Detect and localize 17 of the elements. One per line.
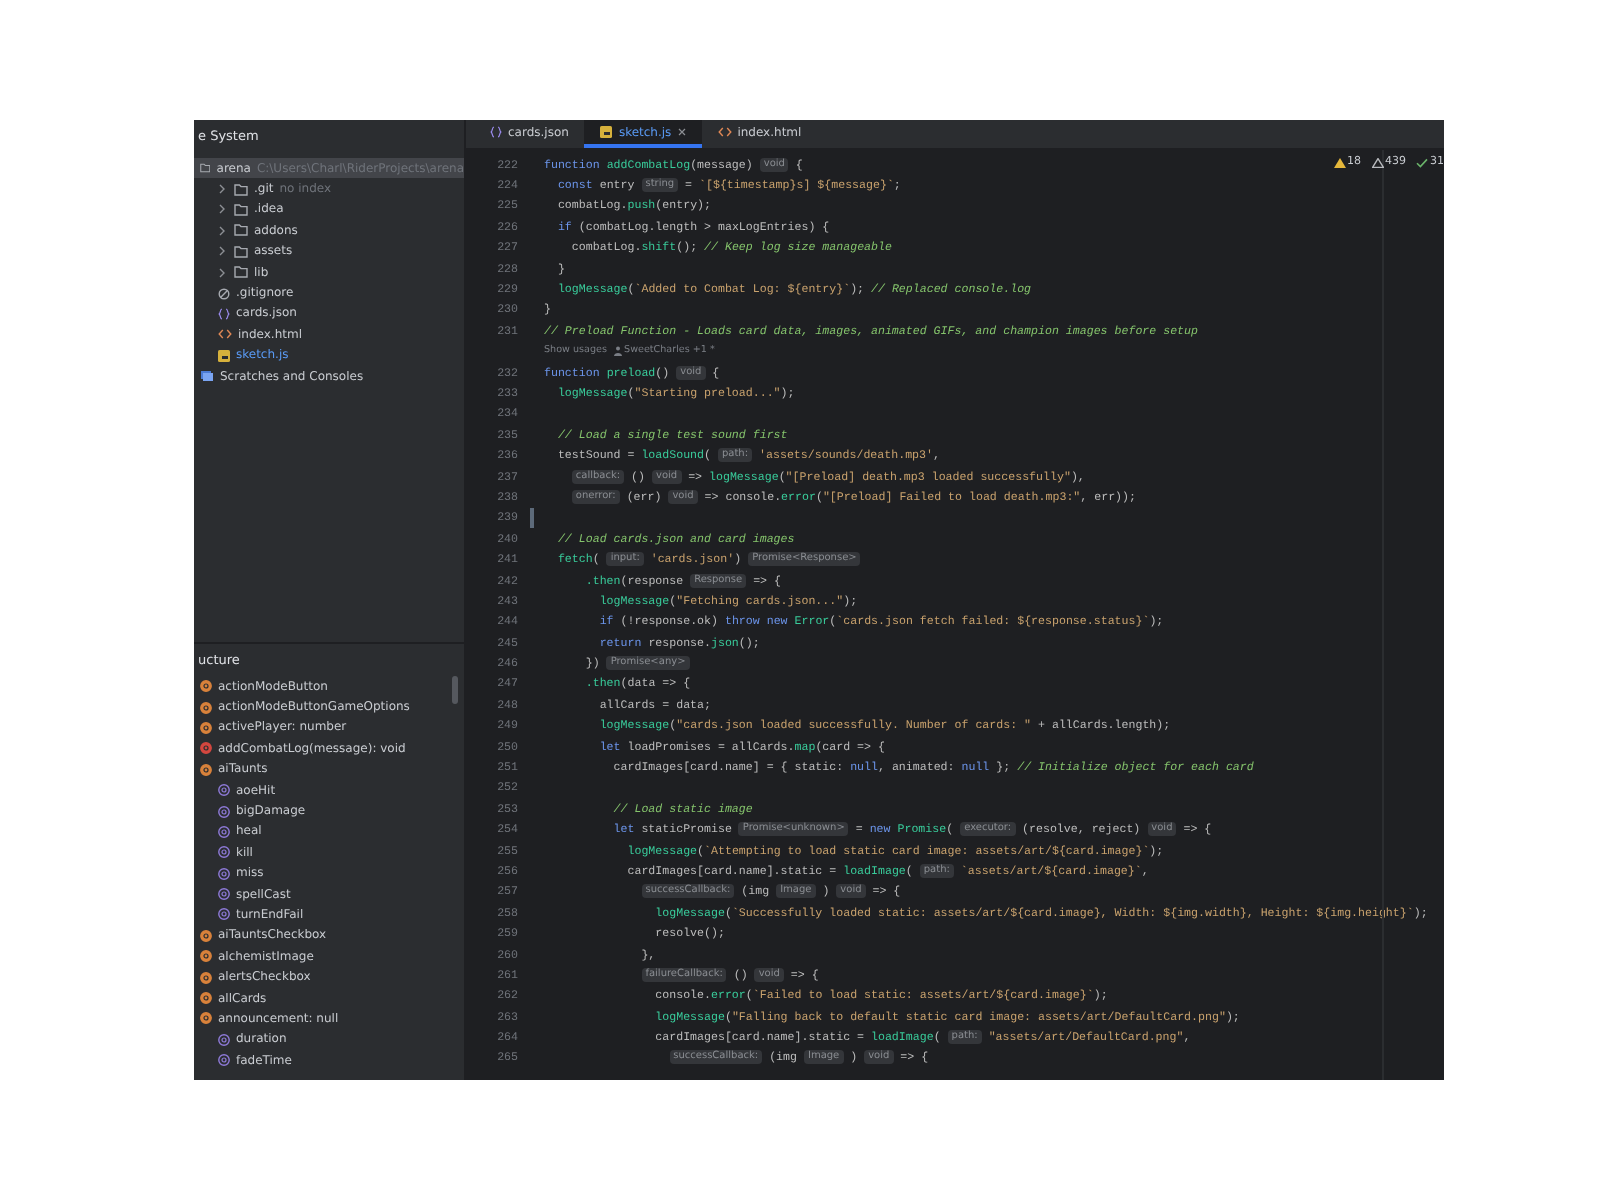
scrollbar-thumb[interactable]: [452, 676, 458, 704]
close-icon[interactable]: [677, 125, 686, 139]
scratches-icon: [200, 370, 214, 383]
person-icon: [613, 346, 622, 357]
js-file-icon: [218, 349, 230, 362]
braces-icon: [218, 307, 230, 320]
method-icon: [200, 742, 212, 755]
field-icon: [200, 763, 212, 776]
weak-warning-icon: [1371, 157, 1383, 167]
code-brackets-icon: [717, 126, 732, 138]
js-file-icon: [600, 126, 613, 138]
braces-icon: [490, 126, 502, 138]
check-icon: [1416, 157, 1428, 167]
code-brackets-icon: [218, 328, 232, 341]
ignore-file-icon: [218, 287, 230, 300]
folder-icon: [200, 162, 211, 175]
warning-icon: [1333, 157, 1345, 167]
